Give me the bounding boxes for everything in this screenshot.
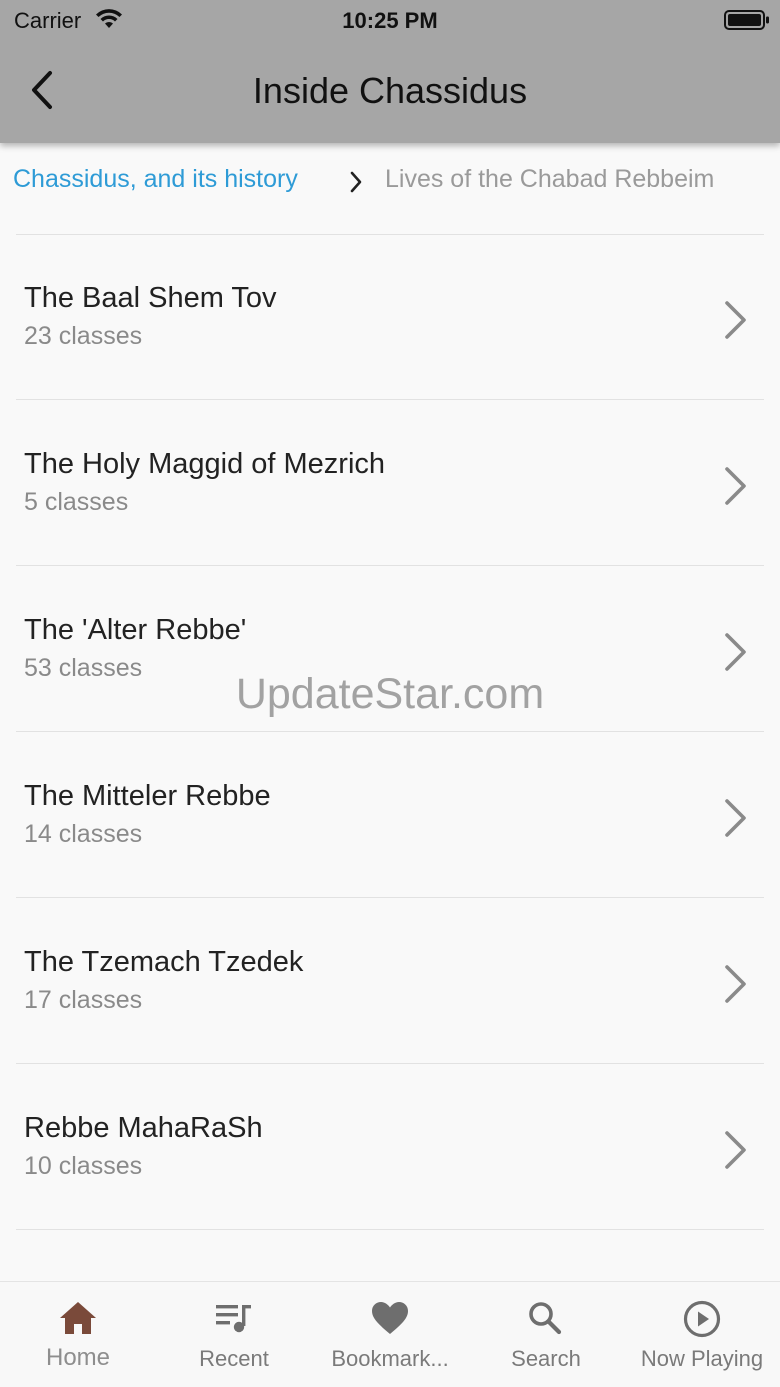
list-item-title: Rebbe MahaRaSh (24, 1112, 263, 1144)
status-time: 10:25 PM (342, 8, 438, 33)
breadcrumb-parent-link[interactable]: Chassidus, and its history (13, 165, 298, 194)
chevron-right-icon (720, 632, 750, 677)
home-icon (0, 1300, 156, 1336)
page-title: Inside Chassidus (252, 70, 528, 111)
category-list: The Baal Shem Tov 23 classes The Holy Ma… (0, 234, 780, 1230)
breadcrumb: Chassidus, and its history Lives of the … (0, 160, 780, 204)
tab-label: Recent (199, 1346, 269, 1371)
list-item[interactable]: The Tzemach Tzedek 17 classes (0, 898, 780, 1064)
list-item[interactable]: The Mitteler Rebbe 14 classes (0, 732, 780, 898)
tab-home[interactable]: Home (0, 1282, 156, 1387)
chevron-right-icon (720, 964, 750, 1009)
search-icon (468, 1300, 624, 1336)
tab-bookmarks[interactable]: Bookmark... (312, 1282, 468, 1387)
list-item-title: The Holy Maggid of Mezrich (24, 448, 386, 480)
app-header: Carrier 10:25 PM Inside Chassidus (0, 0, 780, 143)
list-item-title: The Baal Shem Tov (24, 282, 277, 314)
tab-search[interactable]: Search (468, 1282, 624, 1387)
list-item-title: The Tzemach Tzedek (24, 946, 304, 978)
chevron-right-icon (348, 170, 364, 199)
chevron-right-icon (720, 466, 750, 511)
chevron-right-icon (720, 300, 750, 345)
battery-icon (724, 10, 770, 35)
chevron-right-icon (720, 798, 750, 843)
list-item-count: 23 classes (24, 322, 143, 350)
breadcrumb-current: Lives of the Chabad Rebbeim (385, 165, 715, 193)
tab-recent[interactable]: Recent (156, 1282, 312, 1387)
list-item-count: 17 classes (24, 986, 143, 1014)
heart-icon (312, 1300, 468, 1336)
list-item[interactable]: The 'Alter Rebbe' 53 classes (0, 566, 780, 732)
list-item-count: 10 classes (24, 1152, 143, 1180)
divider (16, 1229, 764, 1230)
list-item-count: 5 classes (24, 488, 129, 516)
list-item-title: The Mitteler Rebbe (24, 780, 271, 812)
list-item[interactable]: The Holy Maggid of Mezrich 5 classes (0, 400, 780, 566)
tab-now-playing[interactable]: Now Playing (624, 1282, 780, 1387)
tab-label: Bookmark... (331, 1346, 449, 1371)
tab-label: Home (45, 1344, 111, 1371)
list-item[interactable]: Rebbe MahaRaSh 10 classes (0, 1064, 780, 1230)
play-circle-icon (624, 1300, 780, 1338)
chevron-right-icon (720, 1130, 750, 1175)
status-bar: Carrier 10:25 PM (0, 0, 780, 40)
tab-label: Now Playing (640, 1346, 764, 1371)
list-item-count: 14 classes (24, 820, 143, 848)
list-item-title: The 'Alter Rebbe' (24, 614, 247, 646)
tab-label: Search (511, 1346, 581, 1371)
bottom-tab-bar: Home Recent Bookmark... Search Now Playi… (0, 1281, 780, 1387)
playlist-icon (156, 1300, 312, 1336)
list-item[interactable]: The Baal Shem Tov 23 classes (0, 234, 780, 400)
list-item-count: 53 classes (24, 654, 143, 682)
